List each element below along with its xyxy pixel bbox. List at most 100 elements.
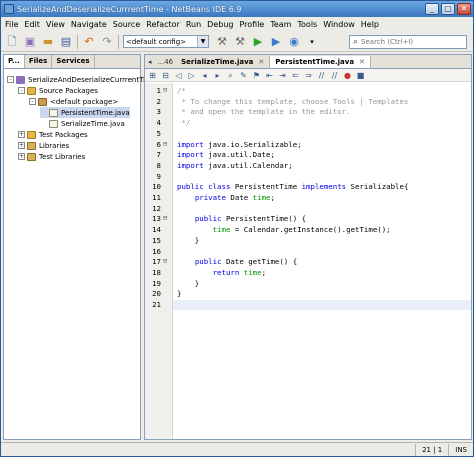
chevron-down-icon: ▼: [197, 36, 208, 47]
menu-team[interactable]: Team: [270, 20, 291, 29]
stop-macro-icon[interactable]: ■: [356, 71, 365, 80]
fold-icon[interactable]: ⊟: [163, 257, 167, 265]
tree-node[interactable]: PersistentTime.java: [40, 107, 130, 118]
record-macro-icon[interactable]: ●: [343, 71, 352, 80]
menu-file[interactable]: File: [5, 20, 18, 29]
menu-profile[interactable]: Profile: [239, 20, 264, 29]
menu-help[interactable]: Help: [361, 20, 379, 29]
new-file-icon[interactable]: 🗋: [5, 35, 19, 49]
menu-refactor[interactable]: Refactor: [146, 20, 180, 29]
find-previous-icon[interactable]: ◂: [200, 71, 209, 80]
tab-projects[interactable]: P...: [4, 55, 25, 68]
code-token: public: [194, 257, 222, 267]
menu-source[interactable]: Source: [113, 20, 140, 29]
undo-icon[interactable]: ↶: [82, 35, 96, 49]
fold-icon[interactable]: ⊟: [163, 214, 167, 222]
cursor-position: 21 | 1: [415, 443, 448, 456]
clean-build-icon[interactable]: ⚒: [233, 35, 247, 49]
new-project-icon[interactable]: ▣: [23, 35, 37, 49]
forward-icon[interactable]: ▷: [187, 71, 196, 80]
shift-right-icon[interactable]: ⇒: [304, 71, 313, 80]
menu-tools[interactable]: Tools: [298, 20, 318, 29]
close-button[interactable]: ✕: [457, 3, 471, 15]
java-icon: [49, 108, 58, 117]
expand-icon[interactable]: +: [18, 142, 25, 149]
collapse-icon[interactable]: -: [18, 87, 25, 94]
menu-edit[interactable]: Edit: [24, 20, 40, 29]
profile-icon[interactable]: ◉: [287, 35, 301, 49]
debug-icon[interactable]: ▶: [269, 35, 283, 49]
collapse-icon[interactable]: -: [29, 98, 36, 105]
dropdown-arrow-icon[interactable]: ▾: [305, 35, 319, 49]
code-token: getInstance: [283, 225, 333, 235]
run-icon[interactable]: ▶: [251, 35, 265, 49]
back-icon[interactable]: ◁: [174, 71, 183, 80]
tab-files[interactable]: Files: [25, 55, 53, 68]
expand-icon[interactable]: +: [18, 153, 25, 160]
tab-services[interactable]: Services: [52, 55, 95, 68]
menu-navigate[interactable]: Navigate: [71, 20, 107, 29]
code-token: public class: [177, 182, 231, 192]
code-line: }: [177, 236, 199, 245]
tree-node[interactable]: - Source Packages: [18, 85, 98, 96]
search-box[interactable]: ⌕: [349, 35, 467, 49]
code-token: java.util.Date;: [203, 150, 275, 160]
config-select[interactable]: <default config> ▼: [123, 35, 209, 48]
menu-view[interactable]: View: [46, 20, 65, 29]
tree-node[interactable]: SerializeTime.java: [40, 118, 125, 129]
search-selection-icon[interactable]: ⌕: [226, 71, 235, 80]
code-token: }: [177, 289, 182, 299]
close-tab-icon[interactable]: ✕: [359, 58, 365, 66]
line-number: 11: [152, 193, 161, 202]
line-number: 7: [156, 150, 161, 160]
toggle-bookmark-icon[interactable]: ⚑: [252, 71, 261, 80]
redo-icon[interactable]: ↷: [100, 35, 114, 49]
prev-bookmark-icon[interactable]: ⇤: [265, 71, 274, 80]
tree-node[interactable]: + Test Packages: [18, 129, 88, 140]
maximize-button[interactable]: □: [441, 3, 455, 15]
code-area[interactable]: /* * To change this template, choose Too…: [173, 83, 471, 439]
tree-node[interactable]: - SerializeAndDeserializeCurrrentTime: [7, 74, 156, 85]
code-token: * and open the template in the editor.: [177, 107, 351, 117]
comment-icon[interactable]: //: [317, 71, 326, 80]
tab-scroll-left-icon[interactable]: ◂: [145, 58, 155, 66]
code-token: public: [194, 214, 222, 224]
line-number: 13: [152, 214, 161, 224]
code-line: import java.util.Calendar;: [177, 161, 293, 170]
editor-tab[interactable]: SerializeTime.java ✕: [176, 55, 271, 68]
find-next-icon[interactable]: ▸: [213, 71, 222, 80]
toggle-highlight-icon[interactable]: ✎: [239, 71, 248, 80]
netbeans-app-icon: [4, 4, 14, 14]
editor-tab-label: SerializeTime.java: [181, 57, 254, 66]
menu-debug[interactable]: Debug: [207, 20, 233, 29]
uncomment-icon[interactable]: ∕∕: [330, 71, 339, 80]
code-line: }: [177, 289, 181, 298]
project-tree: - SerializeAndDeserializeCurrrentTime - Sou…: [4, 70, 156, 430]
fold-icon[interactable]: ⊟: [163, 86, 167, 94]
collapse-icon[interactable]: -: [7, 76, 14, 83]
tree-node[interactable]: + Libraries: [18, 140, 69, 151]
tree-node[interactable]: - <default package>: [29, 96, 118, 107]
fold-icon[interactable]: ⊟: [163, 140, 167, 148]
search-input[interactable]: [361, 38, 456, 46]
minimize-button[interactable]: _: [425, 3, 439, 15]
next-bookmark-icon[interactable]: ⇥: [278, 71, 287, 80]
lib-icon: [27, 141, 36, 150]
build-hammer-icon[interactable]: ⚒: [215, 35, 229, 49]
editor-tab[interactable]: PersistentTime.java ✕: [270, 55, 371, 68]
menu-run[interactable]: Run: [186, 20, 201, 29]
expand-icon[interactable]: +: [18, 131, 25, 138]
source-icon[interactable]: ⊞: [148, 71, 157, 80]
tree-node[interactable]: + Test Libraries: [18, 151, 85, 162]
open-project-icon[interactable]: ▬: [41, 35, 55, 49]
shift-left-icon[interactable]: ⇐: [291, 71, 300, 80]
history-icon[interactable]: ⊟: [161, 71, 170, 80]
toolbar-separator: [118, 34, 119, 49]
close-tab-icon[interactable]: ✕: [258, 58, 264, 66]
save-all-icon[interactable]: ▤: [59, 35, 73, 49]
box-icon: [38, 97, 47, 106]
menu-window[interactable]: Window: [323, 20, 355, 29]
